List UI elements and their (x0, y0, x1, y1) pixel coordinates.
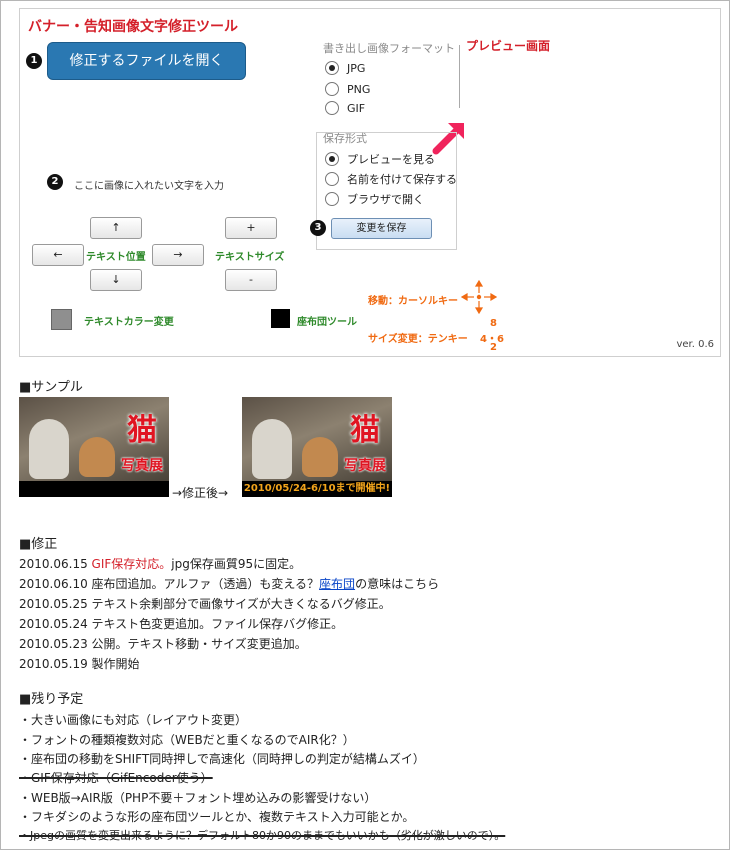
zabuton-link[interactable]: 座布団 (319, 577, 355, 591)
changelog-heading: ■修正 (19, 537, 58, 552)
preview-label: プレビュー画面 (466, 39, 551, 53)
changelog-line-6: 2010.05.19 製作開始 (19, 657, 140, 671)
image-exhibit-label: 写真展 (344, 458, 386, 474)
numpad-8: 8 (490, 318, 497, 329)
size-minus-button[interactable]: - (225, 269, 277, 291)
save-preview-radio[interactable]: プレビューを見る (325, 151, 435, 167)
cat-white (29, 419, 69, 479)
todo-item-6: ・フキダシのような形の座布団ツールとか、複数テキスト入力可能とか。 (19, 810, 415, 824)
changelog-line-4: 2010.05.24 テキスト色変更追加。ファイル保存バグ修正。 (19, 617, 344, 631)
save-changes-button[interactable]: 変更を保存 (331, 218, 432, 239)
move-right-button[interactable]: → (152, 244, 204, 266)
step-1-badge: 1 (26, 53, 42, 69)
numpad-2: 2 (490, 342, 497, 353)
move-key-hint: 移動：カーソルキー (368, 296, 458, 307)
todo-item-1: ・大きい画像にも対応（レイアウト変更） (19, 713, 248, 727)
image-date-band: 2010/05/24-6/10まで開催中! (242, 481, 392, 497)
text-position-label: テキスト位置 (86, 252, 146, 263)
format-jpg-radio[interactable]: JPG (325, 61, 365, 75)
save-format-label: 保存形式 (323, 132, 367, 145)
changelog-text: の意味はこちら (355, 577, 440, 591)
image-empty-band (19, 481, 169, 497)
changelog-date: 2010.06.15 (19, 557, 88, 571)
todo-item-7-done: ・Jpegの画質を変更出来るように？デフォルト80か90のままでもいいかも（劣化… (19, 829, 506, 842)
zabuton-swatch[interactable] (271, 309, 290, 328)
image-kanji-cat: 猫 (127, 413, 157, 448)
radio-dot (325, 101, 339, 115)
save-as-label: 名前を付けて保存する (347, 173, 457, 186)
size-plus-button[interactable]: + (225, 217, 277, 239)
step-2-badge: 2 (47, 174, 63, 190)
cursor-keys-icon (461, 280, 497, 314)
todo-heading: ■残り予定 (19, 692, 84, 707)
format-jpg-label: JPG (347, 61, 366, 75)
size-key-hint: サイズ変更：テンキー (368, 334, 468, 345)
changelog-highlight: GIF保存対応。 (91, 557, 172, 571)
changelog-text: jpg保存画質95に固定。 (171, 557, 302, 571)
open-browser-radio[interactable]: ブラウザで開く (325, 191, 424, 207)
sample-arrow-text: →修正後→ (172, 486, 229, 500)
save-as-radio[interactable]: 名前を付けて保存する (325, 171, 457, 187)
radio-selected-dot (325, 61, 339, 75)
text-size-label: テキストサイズ (215, 252, 285, 263)
zabuton-label: 座布団ツール (297, 317, 357, 328)
image-kanji-cat: 猫 (350, 413, 380, 448)
changelog-line-1: 2010.06.15 GIF保存対応。jpg保存画質95に固定。 (19, 557, 301, 571)
cat-orange (302, 437, 338, 477)
preview-divider (459, 45, 460, 108)
radio-dot (325, 192, 339, 206)
version-label: ver. 0.6 (676, 339, 714, 350)
save-preview-label: プレビューを見る (347, 153, 435, 166)
tool-panel: バナー・告知画像文字修正ツール 1 修正するファイルを開く 2 ここに画像に入れ… (19, 8, 721, 357)
changelog-line-5: 2010.05.23 公開。テキスト移動・サイズ変更追加。 (19, 637, 307, 651)
tool-title: バナー・告知画像文字修正ツール (28, 19, 238, 35)
text-color-label: テキストカラー変更 (84, 317, 174, 328)
open-file-button[interactable]: 修正するファイルを開く (47, 42, 246, 80)
radio-dot (325, 172, 339, 186)
format-gif-radio[interactable]: GIF (325, 101, 365, 115)
image-exhibit-label: 写真展 (121, 458, 163, 474)
open-browser-label: ブラウザで開く (347, 193, 424, 206)
todo-item-4-done: ・GIF保存対応（GifEncoder使う） (19, 771, 213, 785)
todo-item-2: ・フォントの種類複数対応（WEBだと重くなるのでAIR化？） (19, 733, 355, 747)
text-input-hint: ここに画像に入れたい文字を入力 (74, 181, 224, 192)
format-gif-label: GIF (347, 101, 366, 115)
format-png-radio[interactable]: PNG (325, 82, 370, 96)
move-up-button[interactable]: ↑ (90, 217, 142, 239)
format-png-label: PNG (347, 82, 371, 96)
step-3-badge: 3 (310, 220, 326, 236)
text-color-swatch[interactable] (51, 309, 72, 330)
radio-dot (325, 82, 339, 96)
sample-before-image: 猫 写真展 (19, 397, 169, 497)
cat-white (252, 419, 292, 479)
todo-item-3: ・座布団の移動をSHIFT同時押しで高速化（同時押しの判定が結構ムズイ） (19, 752, 425, 766)
todo-item-5: ・WEB版→AIR版（PHP不要＋フォント埋め込みの影響受けない） (19, 791, 377, 805)
sample-heading: ■サンプル (19, 380, 83, 395)
changelog-text: 2010.06.10 座布団追加。アルファ（透過）も変える？ (19, 577, 320, 591)
move-left-button[interactable]: ← (32, 244, 84, 266)
changelog-line-3: 2010.05.25 テキスト余剰部分で画像サイズが大きくなるバグ修正。 (19, 597, 391, 611)
move-down-button[interactable]: ↓ (90, 269, 142, 291)
export-format-label: 書き出し画像フォーマット (323, 42, 455, 55)
sample-after-image: 猫 写真展 2010/05/24-6/10まで開催中! (242, 397, 392, 497)
changelog-line-2: 2010.06.10 座布団追加。アルファ（透過）も変える？座布団の意味はこちら (19, 577, 439, 591)
radio-selected-dot (325, 152, 339, 166)
cat-orange (79, 437, 115, 477)
